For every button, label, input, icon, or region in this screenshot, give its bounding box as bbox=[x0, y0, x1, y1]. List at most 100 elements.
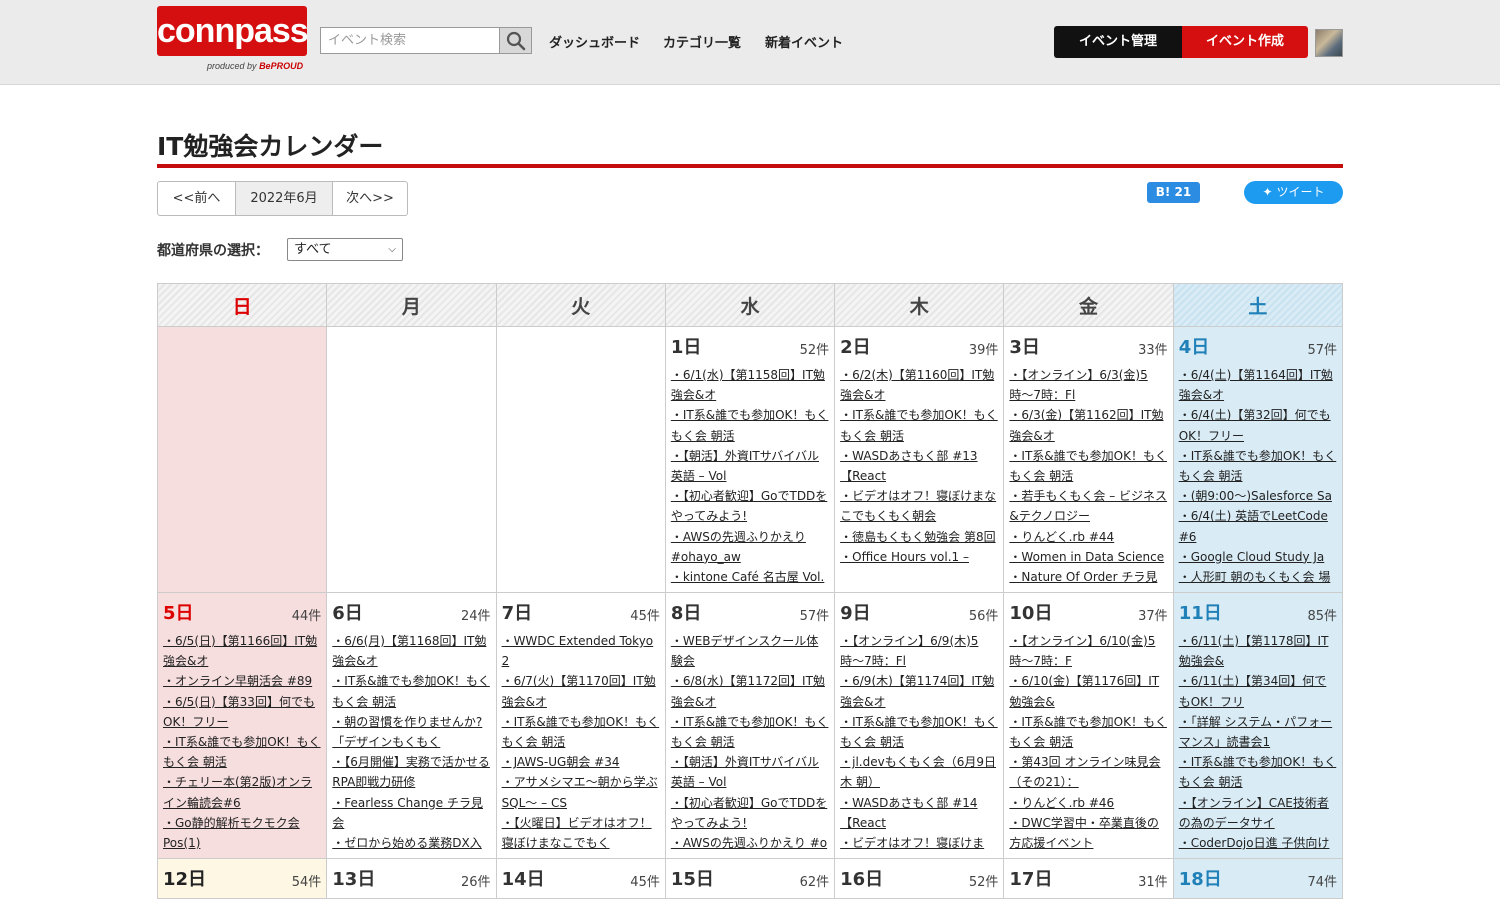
event-link[interactable]: ・Office Hours vol.1 – bbox=[840, 550, 969, 564]
day-number[interactable]: 7日 bbox=[502, 599, 533, 625]
event-link[interactable]: ・Go静的解析モクモク会 Pos(1) bbox=[163, 816, 300, 850]
day-number[interactable]: 16日 bbox=[840, 865, 883, 891]
event-link[interactable]: ・IT系&誰でも参加OK！もくもく会 朝活 bbox=[671, 715, 829, 749]
event-link[interactable]: ・IT系&誰でも参加OK！もくもく会 朝活 bbox=[840, 715, 998, 749]
event-link[interactable]: ・徳島もくもく勉強会 第8回 bbox=[840, 530, 995, 544]
prev-month-button[interactable]: <<前へ bbox=[158, 182, 235, 215]
event-link[interactable]: ・Fearless Change チラ見会 bbox=[332, 796, 483, 830]
day-number[interactable]: 13日 bbox=[332, 865, 375, 891]
event-link[interactable]: ・【オンライン】6/9(木)5時〜7時：Fl bbox=[840, 634, 978, 668]
event-link[interactable]: ・若手もくもく会 – ビジネス&テクノロジー bbox=[1009, 489, 1167, 523]
event-link[interactable]: ・JAWS-UG朝会 #34 bbox=[502, 755, 620, 769]
event-create-button[interactable]: イベント作成 bbox=[1182, 26, 1308, 58]
event-link[interactable]: ・kintone Café 名古屋 Vol. bbox=[671, 570, 824, 584]
event-link[interactable]: ・6/3(金)【第1162回】IT勉強会&オ bbox=[1009, 408, 1163, 442]
event-link[interactable]: ・(朝9:00〜)Salesforce Sa bbox=[1179, 489, 1332, 503]
event-link[interactable]: ・アサメシマエ〜朝から学ぶSQL〜 – CS bbox=[502, 775, 658, 809]
day-number[interactable]: 15日 bbox=[671, 865, 714, 891]
event-link[interactable]: ・IT系&誰でも参加OK！もくもく会 朝活 bbox=[1179, 755, 1337, 789]
event-link[interactable]: ・6/11(土)【第1178回】IT勉強会& bbox=[1179, 634, 1329, 668]
event-link[interactable]: ・6/7(火)【第1170回】IT勉強会&オ bbox=[502, 674, 656, 708]
hatena-bookmark-button[interactable]: B! 21 bbox=[1147, 182, 1200, 203]
event-link[interactable]: ・6/1(水)【第1158回】IT勉強会&オ bbox=[671, 368, 825, 402]
day-number[interactable]: 3日 bbox=[1009, 333, 1040, 359]
event-link[interactable]: ・6/11(土)【第34回】何でもOK！フリ bbox=[1179, 674, 1327, 708]
event-link[interactable]: ・ゼロから始める業務DX入 bbox=[332, 836, 481, 850]
prefecture-select[interactable]: すべて ⌵ bbox=[287, 238, 403, 261]
day-number[interactable]: 5日 bbox=[163, 599, 194, 625]
day-number[interactable]: 11日 bbox=[1179, 599, 1222, 625]
event-link[interactable]: ・【オンライン】CAE技術者の為のデータサイ bbox=[1179, 796, 1329, 830]
day-number[interactable]: 10日 bbox=[1009, 599, 1052, 625]
day-number[interactable]: 9日 bbox=[840, 599, 871, 625]
event-link[interactable]: ・朝の習慣を作りませんか?「デザインもくもく bbox=[332, 715, 482, 749]
nav-dashboard[interactable]: ダッシュボード bbox=[549, 32, 640, 51]
event-link[interactable]: ・6/4(土)【第1164回】IT勉強会&オ bbox=[1179, 368, 1333, 402]
day-number[interactable]: 12日 bbox=[163, 865, 206, 891]
event-link[interactable]: ・WASDあさもく部 #14 【React bbox=[840, 796, 977, 830]
event-link[interactable]: ・ビデオはオフ！寝ぼけま bbox=[840, 836, 984, 850]
event-link[interactable]: ・IT系&誰でも参加OK！もくもく会 朝活 bbox=[163, 735, 321, 769]
user-avatar[interactable] bbox=[1315, 29, 1343, 57]
tweet-button[interactable]: ✦ ツイート bbox=[1244, 181, 1343, 204]
event-link[interactable]: ・6/5(日)【第33回】何でもOK！フリー bbox=[163, 695, 315, 729]
event-link[interactable]: ・【オンライン】6/10(金)5時〜7時：F bbox=[1009, 634, 1155, 668]
event-link[interactable]: ・6/2(木)【第1160回】IT勉強会&オ bbox=[840, 368, 994, 402]
event-link[interactable]: ・WEBデザインスクール体験会 bbox=[671, 634, 818, 668]
event-link[interactable]: ・IT系&誰でも参加OK！もくもく会 朝活 bbox=[502, 715, 660, 749]
event-link[interactable]: ・6/6(月)【第1168回】IT勉強会&オ bbox=[332, 634, 486, 668]
event-link[interactable]: ・チェリー本(第2版)オンライン輪読会#6 bbox=[163, 775, 312, 809]
event-link[interactable]: ・6/10(金)【第1176回】IT勉強会& bbox=[1009, 674, 1159, 708]
nav-categories[interactable]: カテゴリ一覧 bbox=[663, 32, 741, 51]
event-link[interactable]: ・DWC学習中・卒業直後の方応援イベント bbox=[1009, 816, 1159, 850]
event-link[interactable]: ・人形町 朝のもくもく会 場 bbox=[1179, 570, 1331, 584]
nav-new-events[interactable]: 新着イベント bbox=[765, 32, 843, 51]
event-link[interactable]: ・【朝活】外資ITサバイバル英語 – Vol bbox=[671, 449, 819, 483]
event-link[interactable]: ・CoderDojo日進 子供向け bbox=[1179, 836, 1330, 850]
day-number[interactable]: 4日 bbox=[1179, 333, 1210, 359]
event-manage-button[interactable]: イベント管理 bbox=[1054, 26, 1182, 58]
event-link[interactable]: ・【6月開催】実務で活かせるRPA即戦力研修 bbox=[332, 755, 490, 789]
event-link[interactable]: ・りんどく.rb #44 bbox=[1009, 530, 1114, 544]
event-link[interactable]: ・6/8(水)【第1172回】IT勉強会&オ bbox=[671, 674, 825, 708]
search-input[interactable] bbox=[321, 28, 499, 53]
event-link[interactable]: ・6/4(土)【第32回】何でもOK！フリー bbox=[1179, 408, 1331, 442]
event-link[interactable]: ・Google Cloud Study Ja bbox=[1179, 550, 1325, 564]
day-number[interactable]: 1日 bbox=[671, 333, 702, 359]
event-link[interactable]: ・りんどく.rb #46 bbox=[1009, 796, 1114, 810]
day-number[interactable]: 17日 bbox=[1009, 865, 1052, 891]
event-link[interactable]: ・IT系&誰でも参加OK！もくもく会 朝活 bbox=[1009, 449, 1167, 483]
event-link[interactable]: ・【初心者歓迎】GoでTDDをやってみよう! bbox=[671, 796, 827, 830]
connpass-logo[interactable]: connpass produced by BePROUD bbox=[157, 6, 309, 76]
next-month-button[interactable]: 次へ>> bbox=[333, 182, 407, 215]
event-link[interactable]: ・6/5(日)【第1166回】IT勉強会&オ bbox=[163, 634, 317, 668]
search-button[interactable] bbox=[499, 28, 531, 53]
event-link[interactable]: ・IT系&誰でも参加OK！もくもく会 朝活 bbox=[671, 408, 829, 442]
day-number[interactable]: 14日 bbox=[502, 865, 545, 891]
event-link[interactable]: ・【朝活】外資ITサバイバル英語 – Vol bbox=[671, 755, 819, 789]
event-link[interactable]: ・第43回 オンライン味見会（その21）： bbox=[1009, 755, 1160, 789]
day-number[interactable]: 2日 bbox=[840, 333, 871, 359]
day-number[interactable]: 8日 bbox=[671, 599, 702, 625]
event-link[interactable]: ・「詳解 システム・パフォーマンス」読書会1 bbox=[1179, 715, 1332, 749]
event-link[interactable]: ・IT系&誰でも参加OK！もくもく会 朝活 bbox=[1179, 449, 1337, 483]
event-link[interactable]: ・6/9(木)【第1174回】IT勉強会&オ bbox=[840, 674, 994, 708]
day-number[interactable]: 18日 bbox=[1179, 865, 1222, 891]
event-link[interactable]: ・WWDC Extended Tokyo 2 bbox=[502, 634, 654, 668]
event-link[interactable]: ・IT系&誰でも参加OK！もくもく会 朝活 bbox=[840, 408, 998, 442]
event-link[interactable]: ・IT系&誰でも参加OK！もくもく会 朝活 bbox=[1009, 715, 1167, 749]
event-link[interactable]: ・WASDあさもく部 #13 【React bbox=[840, 449, 977, 483]
event-link[interactable]: ・Women in Data Science bbox=[1009, 550, 1164, 564]
event-link[interactable]: ・AWSの先週ふりかえり #o bbox=[671, 836, 827, 850]
event-link[interactable]: ・オンライン早朝活会 #89 bbox=[163, 674, 312, 688]
event-link[interactable]: ・jl.devもくもく会（6月9日木 朝） bbox=[840, 755, 996, 789]
event-link[interactable]: ・ビデオはオフ！寝ぼけまなこでもくもく朝会 bbox=[840, 489, 996, 523]
event-link[interactable]: ・Nature Of Order チラ見 bbox=[1009, 570, 1157, 584]
event-link[interactable]: ・IT系&誰でも参加OK！もくもく会 朝活 bbox=[332, 674, 490, 708]
event-link[interactable]: ・AWSの先週ふりかえり #ohayo_aw bbox=[671, 530, 806, 564]
event-link[interactable]: ・6/4(土) 英語でLeetCode #6 bbox=[1179, 509, 1328, 543]
day-number[interactable]: 6日 bbox=[332, 599, 363, 625]
event-link[interactable]: ・【火曜日】ビデオはオフ！寝ぼけまなこでもく bbox=[502, 816, 652, 850]
event-link[interactable]: ・【初心者歓迎】GoでTDDをやってみよう! bbox=[671, 489, 827, 523]
event-link[interactable]: ・【オンライン】6/3(金)5時〜7時：Fl bbox=[1009, 368, 1147, 402]
